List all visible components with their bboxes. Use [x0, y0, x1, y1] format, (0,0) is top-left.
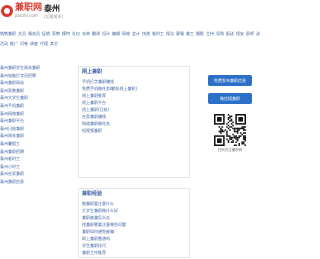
site-header: 兼职网 jianzhi.com 泰州 [切换城市] [0, 0, 260, 24]
city-name: 泰州 [44, 4, 60, 13]
category-link[interactable]: 促销 [42, 30, 50, 37]
category-link[interactable]: 礼仪 [72, 30, 80, 37]
list-item[interactable]: 兼职如何避免被骗 [82, 228, 188, 235]
post-job-button[interactable]: 免费发布兼职信息 [208, 75, 252, 86]
category-link[interactable]: 服务员 [28, 30, 40, 37]
category-link[interactable]: 活动 [0, 40, 8, 47]
panel-title: 兼职经验 [82, 191, 103, 197]
category-link[interactable]: 翻译 [92, 30, 100, 37]
category-link[interactable]: 摄影 [196, 30, 204, 37]
list-item[interactable]: 做兼职要注意什么 [82, 200, 188, 207]
list-item[interactable]: 泰州兼职学生周末兼职 [0, 64, 80, 72]
category-link[interactable]: 会计 [132, 30, 140, 37]
panel-link-list: 手机打字兼职赚钱 免费手机做任务赚钱(线上兼职) 线上兼职推荐 线上兼职平台 线上兼职(… [82, 78, 188, 134]
logo-icon[interactable] [1, 5, 13, 17]
list-item[interactable]: 泰州兼职网站 [0, 79, 80, 87]
logo-text[interactable]: 兼职网 [15, 3, 42, 13]
list-item[interactable]: 泰州兼职信息 [0, 178, 80, 186]
category-link[interactable]: 其它 [50, 40, 58, 47]
list-item[interactable]: 泰州在家兼职 [0, 170, 80, 178]
category-link[interactable]: 派单 [82, 30, 90, 37]
list-item[interactable]: 短视频兼职 [82, 127, 188, 134]
category-link[interactable]: 送餐 [256, 30, 260, 37]
list-item[interactable]: 找兼职需要注意哪些问题 [82, 221, 188, 228]
list-item[interactable]: 学生兼职技巧 [82, 242, 188, 249]
list-item[interactable]: 在家兼职赚钱 [82, 113, 188, 120]
list-item[interactable]: 泰州电脑打字员招聘 [0, 72, 80, 80]
category-link[interactable]: 主持 [206, 30, 214, 37]
list-item[interactable]: 兼职被骗怎么办 [82, 214, 188, 221]
list-item[interactable]: 泰州手机兼职 [0, 102, 80, 110]
panel-title: 网上兼职 [82, 69, 103, 75]
category-row-2: 活动 推广 问卷 调查 代理 其它 [0, 40, 260, 47]
category-link[interactable]: 配送 [226, 30, 234, 37]
left-link-list: 泰州兼职学生周末兼职 泰州电脑打字员招聘 泰州兼职网站 泰州家教兼职 泰州大学生兼职 泰州… [0, 64, 80, 186]
panel-link-list: 做兼职要注意什么 大学生兼职做什么好 兼职被骗怎么办 找兼职需要注意哪些问题 兼职如何避… [82, 200, 188, 256]
category-link[interactable]: 问卷 [20, 40, 28, 47]
category-link[interactable]: 推广 [10, 40, 18, 47]
category-nav: 销售兼职 文员 服务员 促销 家教 模特 礼仪 派单 翻译 设计 编辑 网络 会计 快递 临时工 保洁 客服 美工… [0, 30, 260, 52]
logo-subtext: jianzhi.com [15, 13, 38, 18]
list-item[interactable]: 泰州临时工 [0, 155, 80, 163]
list-item[interactable]: 泰州小时工 [0, 163, 80, 171]
category-link[interactable]: 厨师 [246, 30, 254, 37]
list-item[interactable]: 网上兼职靠谱吗 [82, 235, 188, 242]
list-item[interactable]: 线上兼职推荐 [82, 92, 188, 99]
list-item[interactable]: 免费手机做任务赚钱(线上兼职) [82, 85, 188, 92]
page: 兼职网 jianzhi.com 泰州 [切换城市] 销售兼职 文员 服务员 促销 家教模… [0, 0, 260, 259]
list-item[interactable]: 大学生兼职做什么好 [82, 207, 188, 214]
category-link[interactable]: 保洁 [166, 30, 174, 37]
list-item[interactable]: 泰州大学生兼职 [0, 94, 80, 102]
list-item[interactable]: 泰州家教兼职 [0, 87, 80, 95]
list-item[interactable]: 泰州兼职平台 [0, 117, 80, 125]
category-link[interactable]: 客服 [176, 30, 184, 37]
category-link[interactable]: 编辑 [112, 30, 120, 37]
qr-code-icon [214, 114, 246, 146]
category-link[interactable]: 临时工 [152, 30, 164, 37]
category-link[interactable]: 代理 [40, 40, 48, 47]
category-link[interactable]: 家教 [52, 30, 60, 37]
list-item[interactable]: 兼职工作推荐 [82, 249, 188, 256]
job-experience-panel: 兼职经验 做兼职要注意什么 大学生兼职做什么好 兼职被骗怎么办 找兼职需要注意哪些问题… [78, 188, 190, 258]
category-row-1: 销售兼职 文员 服务员 促销 家教 模特 礼仪 派单 翻译 设计 编辑 网络 会计 快递 临时工 保洁 客服 美工… [0, 30, 260, 37]
list-item[interactable]: 泰州周末兼职 [0, 132, 80, 140]
category-link[interactable]: 调查 [30, 40, 38, 47]
online-jobs-panel: 网上兼职 手机打字兼职赚钱 免费手机做任务赚钱(线上兼职) 线上兼职推荐 线上兼职平台… [78, 66, 190, 178]
category-link[interactable]: 保安 [236, 30, 244, 37]
category-link[interactable]: 快递 [142, 30, 150, 37]
wechat-search-button[interactable]: 微信搜兼职 [208, 93, 252, 104]
list-item[interactable]: 泰州日结兼职 [0, 125, 80, 133]
list-item[interactable]: 泰州兼职招聘 [0, 148, 80, 156]
list-item[interactable]: 线上兼职(日结) [82, 106, 188, 113]
list-item[interactable]: 线上兼职平台 [82, 99, 188, 106]
category-link[interactable]: 销售兼职 [0, 30, 16, 37]
category-link[interactable]: 设计 [102, 30, 110, 37]
list-item[interactable]: 网络兼职做任务 [82, 120, 188, 127]
category-link[interactable]: 美工 [186, 30, 194, 37]
category-link[interactable]: 文员 [18, 30, 26, 37]
category-link[interactable]: 导购 [216, 30, 224, 37]
qr-caption: 扫码关注兼职网 [217, 148, 243, 152]
category-link[interactable]: 模特 [62, 30, 70, 37]
list-item[interactable]: 泰州暑假工 [0, 140, 80, 148]
category-link[interactable]: 网络 [122, 30, 130, 37]
list-item[interactable]: 手机打字兼职赚钱 [82, 78, 188, 85]
list-item[interactable]: 泰州网络兼职 [0, 110, 80, 118]
city-switch-link[interactable]: [切换城市] [44, 14, 63, 19]
